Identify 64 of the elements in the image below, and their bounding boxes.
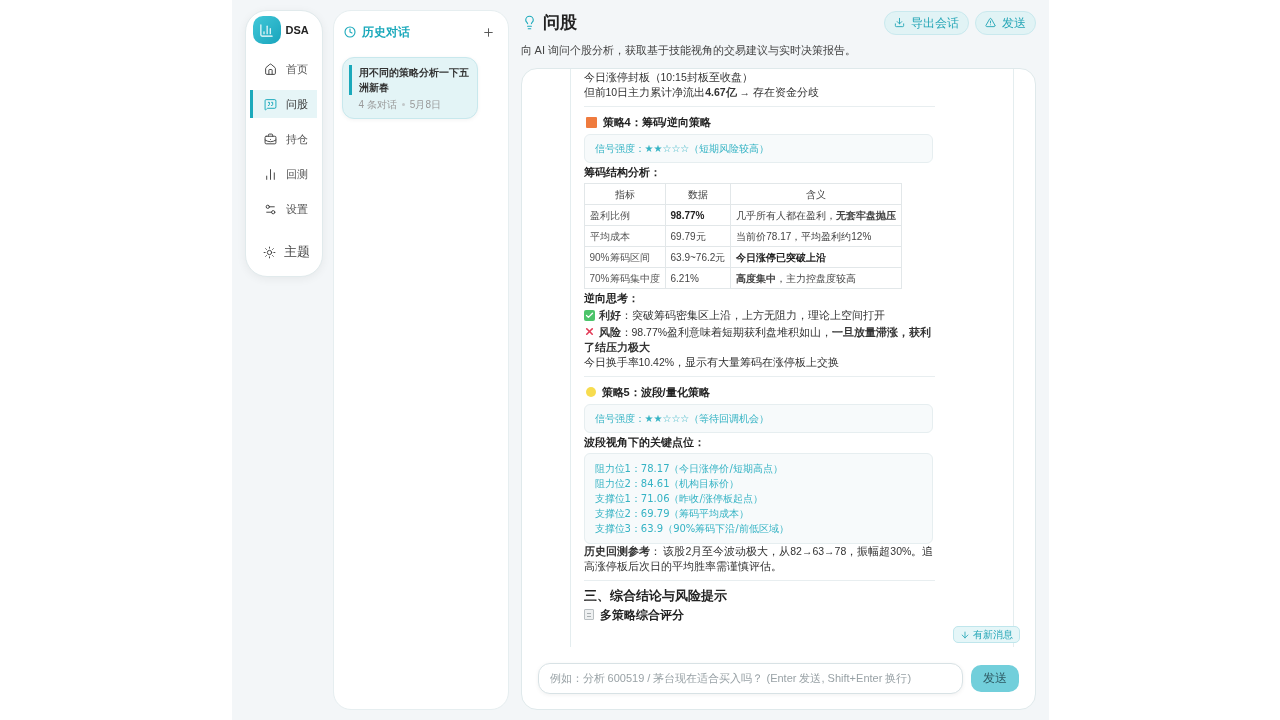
message-count: 4 条对话 [358, 98, 397, 111]
nav-item[interactable]: 首页 [249, 55, 317, 83]
table-cell: 90%筹码区间 [584, 246, 665, 268]
table-cell: 6.21% [665, 267, 731, 289]
strategy-heading: 策略4：筹码/逆向策略 [602, 114, 711, 130]
message-paragraph: 今日涨停封板（10:15封板至收盘） [583, 70, 753, 85]
message-input[interactable]: 例如：分析 600519 / 茅台现在适合买入吗？ (Enter 发送, Shift+Enter 换行) [537, 662, 963, 694]
page-title: 问股 [542, 11, 577, 34]
code-line: 信号强度：★★☆☆☆（短期风险较高） [594, 142, 770, 156]
code-line: 支撑位3：63.9（90%筹码下沿/前低区域） [594, 522, 789, 536]
table-cell: 今日涨停已突破上沿 [730, 246, 902, 268]
subheading: 多策略综合评分 [599, 607, 684, 623]
table-cell: 当前价78.17，平均盈利约12% [730, 225, 902, 247]
section-label: 波段视角下的关键点位： [583, 435, 705, 450]
warning-icon [984, 17, 996, 28]
table-cell: 平均成本 [584, 225, 665, 247]
send-button[interactable]: 发送 [970, 664, 1019, 692]
conversation-title: 用不同的策略分析一下五洲新春 [348, 65, 474, 95]
section-heading: 三、综合结论与风险提示 [583, 588, 727, 605]
download-icon [893, 17, 905, 28]
briefcase-icon [263, 132, 277, 146]
message-paragraph: 但前10日主力累计净流出4.67亿 → 存在资金分歧 [583, 85, 819, 100]
nav-item[interactable]: 回测 [249, 160, 317, 188]
home-icon [263, 62, 277, 76]
table-cell: 高度集中，主力控盘度较高 [730, 267, 902, 289]
conversation-date: 5月8日 [409, 98, 441, 111]
table-cell: 63.9~76.2元 [665, 246, 731, 268]
conversation-item[interactable]: 用不同的策略分析一下五洲新春 4 条对话 5月8日 [341, 57, 478, 119]
section-label: 筹码结构分析： [583, 165, 661, 180]
code-line: 阻力位1：78.17（今日涨停价/短期高点） [594, 462, 783, 476]
arrow-down-icon [959, 629, 970, 640]
table-header-cell: 指标 [584, 183, 665, 205]
app-name: DSA [285, 22, 309, 38]
table-cell: 98.77% [665, 204, 731, 226]
history-title: 历史对话 [361, 24, 410, 41]
table-cell: 几乎所有人都在盈利，无套牢盘抛压 [730, 204, 902, 226]
nav-item[interactable]: 设置 [249, 195, 317, 223]
section-label: 逆向思考： [583, 291, 639, 306]
sun-icon [262, 245, 276, 259]
chat-bubble-icon [263, 97, 277, 111]
nav-item[interactable]: 问股 [249, 90, 317, 118]
add-icon[interactable] [481, 25, 495, 39]
clock-icon [343, 26, 356, 38]
code-line: 阻力位2：84.61（机构目标价） [594, 477, 740, 491]
settings-icon [263, 202, 277, 216]
message-paragraph: 今日换手率10.42%，显示有大量筹码在涨停板上交换 [583, 355, 840, 370]
verdict-text: 风险：98.77%盈利意味着短期获利盘堆积如山，一旦放量滞涨，获利了结压力极大 [583, 326, 932, 353]
theme-toggle[interactable]: 主题 [262, 238, 310, 266]
code-line: 信号强度：★★☆☆☆（等待回调机会） [594, 412, 770, 426]
logo-icon [252, 16, 281, 44]
code-line: 支撑位1：71.06（昨收/涨停板起点） [594, 492, 763, 506]
table-cell: 70%筹码集中度 [584, 267, 665, 289]
table-header-cell: 数据 [665, 183, 731, 205]
notepad-icon [583, 609, 594, 620]
page-subtitle: 向 AI 询问个股分析，获取基于技能视角的交易建议与实时决策报告。 [520, 43, 856, 57]
nav-item[interactable]: 持仓 [249, 125, 317, 153]
strategy-heading: 策略5：波段/量化策略 [601, 384, 710, 400]
table-header-cell: 含义 [730, 183, 902, 205]
table-cell: 盈利比例 [584, 204, 665, 226]
verdict-text: 利好：突破筹码密集区上沿，上方无阻力，理论上空间打开 [598, 309, 885, 321]
code-line: 支撑位2：69.79（筹码平均成本） [594, 507, 750, 521]
message-paragraph: 历史回测参考： 该股2月至今波动极大，从82→63→78，振幅超30%。追高涨停板后次日的平均胜率需谨慎评估。 [583, 544, 935, 574]
bar-chart-icon [263, 167, 277, 181]
table-cell: 69.79元 [665, 225, 731, 247]
